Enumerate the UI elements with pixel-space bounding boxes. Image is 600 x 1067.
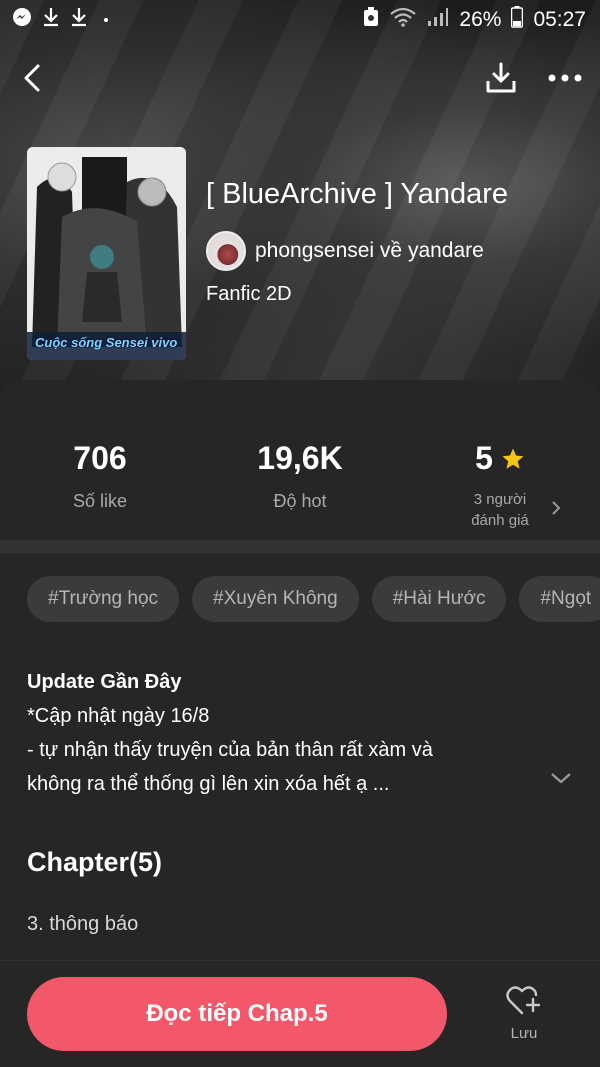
update-title: Update Gần Đây [27, 671, 182, 693]
likes-label: Số like [72, 491, 128, 511]
update-line: - tự nhận thấy truyện của bản thân rất x… [27, 739, 433, 761]
messenger-icon [12, 7, 32, 33]
stats-row: 706 Số like 19,6K Độ hot 5 3 người đánh … [0, 380, 600, 540]
expand-update-button[interactable] [550, 771, 572, 790]
continue-reading-button[interactable]: Đọc tiếp Chap.5 [27, 977, 447, 1051]
author-row[interactable]: phongsensei về yandare [206, 231, 484, 271]
more-horizontal-icon [548, 74, 582, 82]
rating-stat[interactable]: 5 3 người đánh giá [400, 380, 600, 540]
hot-label: Độ hot [273, 491, 327, 511]
battery-percent: 26% [459, 8, 502, 31]
tags-row: #Trường học #Xuyên Không #Hài Hước #Ngọt [27, 576, 600, 622]
tag-chip[interactable]: #Xuyên Không [192, 576, 359, 622]
author-avatar[interactable] [206, 231, 246, 271]
chevron-right-icon [552, 501, 561, 515]
hot-value: 19,6K [257, 440, 343, 476]
update-line: *Cập nhật ngày 16/8 [27, 705, 210, 727]
chevron-down-icon [551, 773, 571, 784]
cover-caption: Cuộc sống Sensei vivo [35, 335, 178, 350]
tag-chip[interactable]: #Trường học [27, 576, 180, 622]
download-button[interactable] [484, 61, 518, 95]
bottom-bar: Đọc tiếp Chap.5 Lưu [0, 960, 600, 1067]
chapter-item[interactable]: 3. thông báo [27, 913, 138, 936]
battery-icon [511, 6, 524, 34]
notification-dot-icon [104, 18, 108, 22]
save-button[interactable]: Lưu [495, 985, 553, 1042]
genre-label: Fanfic 2D [206, 283, 292, 305]
recent-update[interactable]: Update Gần Đây *Cập nhật ngày 16/8 - tự … [27, 665, 547, 801]
signal-icon [427, 7, 449, 33]
download-icon [42, 7, 60, 33]
author-name[interactable]: phongsensei về yandare [255, 239, 484, 263]
download-tray-icon [486, 62, 516, 93]
top-nav [0, 50, 600, 106]
status-bar: 26% 05:27 [0, 0, 600, 40]
likes-value: 706 [73, 440, 127, 476]
heart-plus-icon [506, 986, 541, 1015]
tag-chip[interactable]: #Ngọt [519, 576, 600, 622]
tag-chip[interactable]: #Hài Hước [371, 576, 507, 622]
star-icon [502, 448, 524, 469]
back-button[interactable] [22, 63, 42, 93]
cover-artwork [27, 147, 186, 360]
rating-count-label: 3 người đánh giá [471, 491, 529, 529]
recycle-icon [363, 7, 379, 33]
rating-value: 5 [475, 440, 493, 476]
save-label: Lưu [510, 1025, 538, 1042]
clock: 05:27 [533, 8, 586, 31]
section-divider [0, 540, 600, 553]
wifi-icon [389, 7, 417, 33]
book-cover-image[interactable]: Cuộc sống Sensei vivo [27, 147, 186, 360]
book-title: [ BlueArchive ] Yandare [206, 178, 508, 210]
likes-stat: 706 Số like [0, 380, 200, 540]
chevron-left-icon [24, 64, 40, 92]
hot-stat: 19,6K Độ hot [200, 380, 400, 540]
rating-value-row: 5 [475, 440, 525, 477]
chapter-section-title: Chapter(5) [27, 847, 163, 877]
update-line: không ra thể thống gì lên xin xóa hết ạ … [27, 773, 390, 795]
more-options-button[interactable] [548, 73, 582, 83]
download-icon [70, 7, 88, 33]
